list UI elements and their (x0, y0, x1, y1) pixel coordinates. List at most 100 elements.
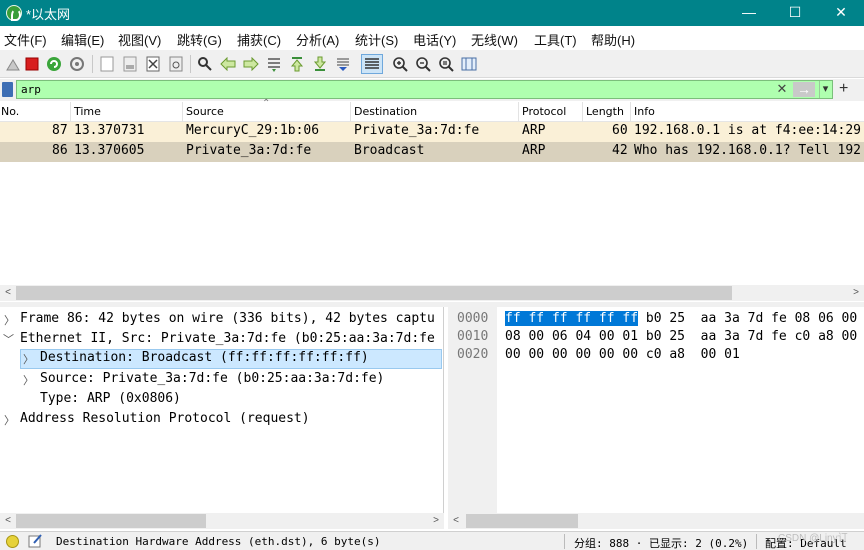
find-packet-icon[interactable] (196, 55, 214, 73)
toolbar-separator (190, 55, 191, 73)
packet-row[interactable]: 87 13.370731 MercuryC_29:1b:06 Private_3… (0, 122, 864, 142)
maximize-button[interactable]: ☐ (772, 0, 818, 26)
bookmark-icon[interactable] (2, 82, 13, 97)
details-scrollbar[interactable]: < > (0, 513, 444, 529)
restart-capture-icon[interactable] (45, 55, 63, 73)
column-header-protocol[interactable]: Protocol (522, 105, 566, 118)
menu-edit[interactable]: 编辑(E) (61, 30, 104, 49)
expand-arrow-icon[interactable]: 〉 (4, 412, 15, 428)
save-file-icon[interactable] (121, 55, 139, 73)
column-divider[interactable] (630, 102, 631, 122)
scroll-left-arrow-icon[interactable]: < (0, 285, 16, 301)
collapse-arrow-icon[interactable]: ﹀ (3, 331, 14, 347)
scrollbar-thumb[interactable] (16, 514, 206, 528)
detail-source-row[interactable]: 〉 Source: Private_3a:7d:fe (b0:25:aa:3a:… (0, 370, 444, 390)
apply-filter-icon[interactable]: → (793, 82, 815, 97)
column-divider[interactable] (582, 102, 583, 122)
close-file-icon[interactable] (144, 55, 162, 73)
bytes-scrollbar[interactable]: < (448, 513, 864, 529)
capture-options-icon[interactable] (68, 55, 86, 73)
minimize-button[interactable]: — (726, 0, 772, 26)
column-header-source[interactable]: Source (186, 105, 224, 118)
toolbar-separator (92, 55, 93, 73)
reload-file-icon[interactable] (167, 55, 185, 73)
scroll-right-arrow-icon[interactable]: > (848, 285, 864, 301)
zoom-in-icon[interactable] (391, 55, 409, 73)
expert-info-icon[interactable] (6, 535, 19, 548)
go-last-packet-icon[interactable] (311, 55, 329, 73)
go-first-packet-icon[interactable] (288, 55, 306, 73)
packet-no: 86 (52, 143, 68, 158)
stop-capture-icon[interactable] (23, 55, 41, 73)
column-header-destination[interactable]: Destination (354, 105, 417, 118)
packet-row-selected[interactable]: 86 13.370605 Private_3a:7d:fe Broadcast … (0, 142, 864, 162)
detail-arp-row[interactable]: 〉 Address Resolution Protocol (request) (0, 410, 444, 430)
go-to-packet-icon[interactable] (265, 55, 283, 73)
detail-ethernet-text: Ethernet II, Src: Private_3a:7d:fe (b0:2… (20, 331, 435, 346)
detail-type-row[interactable]: Type: ARP (0x0806) (0, 390, 444, 410)
filter-history-dropdown-icon[interactable]: ▾ (819, 81, 831, 98)
menu-view[interactable]: 视图(V) (118, 30, 161, 49)
packet-time: 13.370731 (74, 123, 145, 138)
colorize-icon[interactable] (361, 54, 383, 74)
detail-arp-text: Address Resolution Protocol (request) (20, 411, 310, 426)
packet-list-scrollbar[interactable]: < > (0, 285, 864, 301)
packet-destination: Broadcast (354, 143, 425, 158)
menu-capture[interactable]: 捕获(C) (237, 30, 281, 49)
column-divider[interactable] (518, 102, 519, 122)
menu-tools[interactable]: 工具(T) (534, 30, 577, 49)
detail-destination-row-selected[interactable]: 〉 Destination: Broadcast (ff:ff:ff:ff:ff… (20, 349, 442, 369)
menu-telephony[interactable]: 电话(Y) (413, 30, 456, 49)
menu-file[interactable]: 文件(F) (4, 30, 47, 49)
expand-arrow-icon[interactable]: 〉 (4, 312, 15, 328)
main-toolbar (0, 50, 864, 78)
scroll-left-arrow-icon[interactable]: < (448, 513, 464, 529)
column-header-length[interactable]: Length (586, 105, 624, 118)
column-divider[interactable] (182, 102, 183, 122)
column-divider[interactable] (70, 102, 71, 122)
menu-analyze[interactable]: 分析(A) (296, 30, 339, 49)
packet-info: Who has 192.168.0.1? Tell 192 (634, 143, 861, 158)
open-file-icon[interactable] (98, 55, 116, 73)
column-header-no[interactable]: No. (1, 105, 19, 118)
column-divider[interactable] (350, 102, 351, 122)
hex-offset: 0020 (457, 347, 489, 362)
edit-comment-icon[interactable] (28, 534, 43, 548)
scrollbar-thumb[interactable] (466, 514, 578, 528)
start-capture-icon[interactable] (4, 55, 22, 73)
packet-protocol: ARP (522, 123, 546, 138)
detail-frame-row[interactable]: 〉 Frame 86: 42 bytes on wire (336 bits),… (0, 310, 444, 330)
resize-columns-icon[interactable] (460, 55, 478, 73)
close-button[interactable]: ✕ (818, 0, 864, 26)
hex-line[interactable]: 08 00 06 04 00 01 b0 25 aa 3a 7d fe c0 a… (505, 329, 857, 344)
menu-help[interactable]: 帮助(H) (591, 30, 635, 49)
go-back-icon[interactable] (219, 55, 237, 73)
zoom-out-icon[interactable] (414, 55, 432, 73)
wireshark-fin-icon (6, 5, 22, 21)
scroll-left-arrow-icon[interactable]: < (0, 513, 16, 529)
clear-filter-icon[interactable]: ✕ (774, 81, 790, 97)
expand-arrow-icon[interactable]: 〉 (23, 372, 34, 388)
status-divider (756, 534, 757, 549)
display-filter-input[interactable]: arp ✕ → ▾ (16, 80, 833, 99)
scrollbar-thumb[interactable] (16, 286, 732, 300)
packet-time: 13.370605 (74, 143, 145, 158)
normal-size-icon[interactable] (437, 55, 455, 73)
column-header-info[interactable]: Info (634, 105, 655, 118)
scroll-right-arrow-icon[interactable]: > (428, 513, 444, 529)
hex-selected-bytes[interactable]: ff ff ff ff ff ff (505, 311, 639, 326)
menu-go[interactable]: 跳转(G) (177, 30, 222, 49)
hex-line[interactable]: ff ff ff ff ff ff b0 25 aa 3a 7d fe 08 0… (505, 311, 857, 326)
menu-statistics[interactable]: 统计(S) (355, 30, 398, 49)
hex-line[interactable]: 00 00 00 00 00 00 c0 a8 00 01 (505, 347, 740, 362)
menu-wireless[interactable]: 无线(W) (471, 30, 518, 49)
detail-ethernet-row[interactable]: ﹀ Ethernet II, Src: Private_3a:7d:fe (b0… (0, 330, 444, 350)
add-filter-button-icon[interactable]: + (839, 80, 848, 98)
go-forward-icon[interactable] (242, 55, 260, 73)
display-filter-value: arp (21, 83, 41, 96)
status-packet-counts: 分组: 888 · 已显示: 2 (0.2%) (574, 537, 749, 550)
expand-arrow-icon[interactable]: 〉 (23, 351, 34, 367)
column-header-time[interactable]: Time (74, 105, 101, 118)
auto-scroll-icon[interactable] (334, 55, 352, 73)
detail-type-text: Type: ARP (0x0806) (40, 391, 181, 406)
